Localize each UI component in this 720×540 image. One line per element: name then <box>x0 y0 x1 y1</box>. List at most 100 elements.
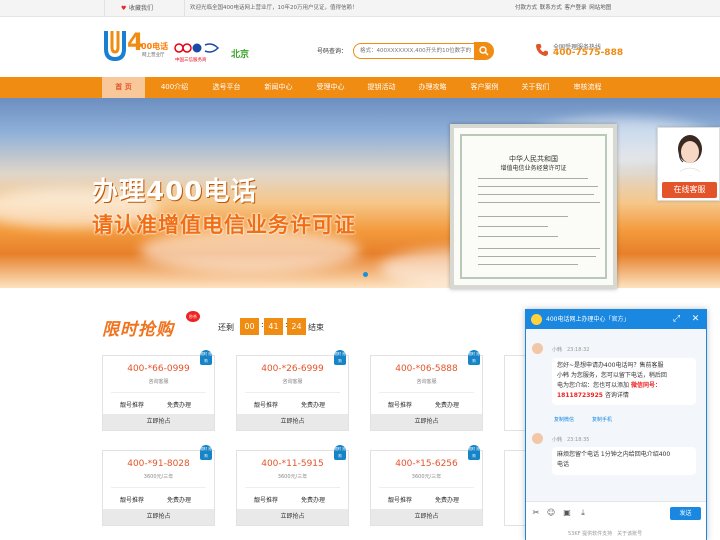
card-buy-button[interactable]: 立即抢占 <box>371 509 482 525</box>
online-service-widget[interactable]: 在线客服 <box>657 127 720 201</box>
agent-avatar-icon <box>674 135 706 176</box>
certificate-text-line <box>478 194 594 195</box>
card-recommend-link[interactable]: 靓号推荐 <box>254 400 278 409</box>
nav-item-cases[interactable]: 客户案例 <box>462 77 507 98</box>
agent-message: 您好~是想申请办400电话吗？售前客服 小韩 为您服务，您可以留下电话，稍后回 … <box>552 358 696 405</box>
flash-badge: 限时 抢购 <box>468 350 480 365</box>
card-recommend-link[interactable]: 靓号推荐 <box>388 400 412 409</box>
nav-item-activities[interactable]: 提钥活动 <box>359 77 404 98</box>
scissors-icon[interactable]: ✂ <box>531 508 541 518</box>
message-meta: 小韩 23:18:35 <box>552 437 590 443</box>
card-buy-button[interactable]: 立即抢占 <box>371 414 482 430</box>
number-card[interactable]: 限时 抢购 400-*11-5915 3600元/三年 靓号推荐 免费办理 立即… <box>236 445 349 526</box>
card-divider <box>379 487 474 488</box>
unicom-logo-icon <box>174 43 192 53</box>
top-bar: ♥ 收藏我们 欢迎光临全国400电话网上营业厅，10年20万用户见证，值得信赖！… <box>0 0 720 17</box>
nav-item-review[interactable]: 审核流程 <box>565 77 610 98</box>
card-free-link[interactable]: 免费办理 <box>301 495 325 504</box>
flash-sale-title: 限时抢购 <box>102 320 174 340</box>
card-free-link[interactable]: 免费办理 <box>167 400 191 409</box>
agent-avatar <box>532 433 543 444</box>
favorite-link[interactable]: ♥ 收藏我们 <box>104 0 185 17</box>
number-card[interactable]: 限时 抢购 400-*06-5888 咨询客服 靓号推荐 免费办理 立即抢占 <box>370 350 483 431</box>
certificate-text-line <box>478 226 548 227</box>
countdown-minutes: 41 <box>264 318 283 335</box>
online-service-button[interactable]: 在线客服 <box>662 182 717 198</box>
license-certificate-image: 中华人民共和国 增值电信业务经营许可证 <box>450 124 617 289</box>
search-icon <box>479 46 489 56</box>
card-free-link[interactable]: 免费办理 <box>435 495 459 504</box>
chat-window[interactable]: 400电话网上办理中心「官方」 ⤢ ✕ 小韩 23:18:32 您好~是想申请办… <box>525 309 707 540</box>
nav-item-400-intro[interactable]: 400介绍 <box>152 77 197 98</box>
close-icon[interactable]: ✕ <box>690 314 701 325</box>
card-free-link[interactable]: 免费办理 <box>301 400 325 409</box>
search-button[interactable] <box>474 42 494 60</box>
number-card[interactable]: 限时 抢购 400-*15-6256 3600元/三年 靓号推荐 免费办理 立即… <box>370 445 483 526</box>
number-card[interactable]: 限时 抢购 400-*66-0999 咨询客服 靓号推荐 免费办理 立即抢占 <box>102 350 215 431</box>
card-divider <box>379 392 474 393</box>
card-divider <box>245 392 340 393</box>
nav-item-guide[interactable]: 办理攻略 <box>410 77 455 98</box>
card-free-link[interactable]: 免费办理 <box>435 400 459 409</box>
card-free-link[interactable]: 免费办理 <box>167 495 191 504</box>
card-recommend-link[interactable]: 靓号推荐 <box>120 495 144 504</box>
copy-phone-link[interactable]: 复制手机 <box>592 416 612 423</box>
card-buy-button[interactable]: 立即抢占 <box>103 509 214 525</box>
message-line: 麻烦您留个电话 1分钟之内给回电介绍400 <box>557 451 671 458</box>
city-selector[interactable]: 北京 <box>231 47 249 60</box>
copy-wechat-link[interactable]: 复制微信 <box>554 416 574 423</box>
nav-item-number-select[interactable]: 选号平台 <box>204 77 249 98</box>
countdown-prefix: 还剩 <box>218 323 234 332</box>
message-line: 电为您介绍：您也可以添加 微信同号： <box>557 381 691 391</box>
card-desc: 咨询客服 <box>148 379 169 385</box>
phone-icon <box>536 44 548 56</box>
card-divider <box>245 487 340 488</box>
expand-icon[interactable]: ⤢ <box>671 314 682 325</box>
card-recommend-link[interactable]: 靓号推荐 <box>254 495 278 504</box>
flash-badge: 限时 抢购 <box>334 445 346 460</box>
wechat-highlight: 微信同号： <box>630 382 661 389</box>
agent-avatar <box>532 343 543 354</box>
card-recommend-link[interactable]: 靓号推荐 <box>120 400 144 409</box>
countdown-hours: 00 <box>240 318 259 335</box>
number-card[interactable]: 限时 抢购 400-*26-6999 咨询客服 靓号推荐 免费办理 立即抢占 <box>236 350 349 431</box>
nav-item-home[interactable]: 首 页 <box>102 77 145 98</box>
number-card[interactable]: 限时 抢购 400-*91-8028 3600元/三年 靓号推荐 免费办理 立即… <box>102 445 215 526</box>
nav-item-about[interactable]: 关于我们 <box>513 77 558 98</box>
welcome-text: 欢迎光临全国400电话网上营业厅，10年20万用户见证，值得信赖！ <box>190 5 358 11</box>
emoji-icon[interactable]: ☺ <box>546 508 556 518</box>
card-buy-button[interactable]: 立即抢占 <box>237 509 348 525</box>
logo-subtitle: 网上营业厅 <box>142 53 165 58</box>
download-icon[interactable]: ⤓ <box>578 508 588 518</box>
heart-icon: ♥ <box>121 5 127 12</box>
certificate-text-line <box>478 202 600 203</box>
hotline-number: 400-7575-888 <box>553 48 624 58</box>
top-links[interactable]: 付款方式 联系方式 客户登录 网站地图 <box>515 0 611 17</box>
carousel-dot[interactable] <box>363 272 368 277</box>
nav-item-news[interactable]: 新闻中心 <box>256 77 301 98</box>
card-divider <box>111 392 206 393</box>
certificate-text-line <box>478 248 600 249</box>
nav-item-service[interactable]: 受理中心 <box>308 77 353 98</box>
card-number: 400-*66-0999 <box>127 364 190 374</box>
logo-00[interactable]: 00电话 <box>141 43 168 51</box>
card-number: 400-*91-8028 <box>127 459 190 469</box>
card-desc: 咨询客服 <box>416 379 437 385</box>
chat-title: 400电话网上办理中心「官方」 <box>546 316 630 323</box>
folder-icon[interactable]: ▣ <box>562 508 572 518</box>
flash-sale-tag: 秒杀 <box>186 311 200 322</box>
certificate-text-line <box>478 236 558 237</box>
main-nav: 首 页 400介绍 选号平台 新闻中心 受理中心 提钥活动 办理攻略 客户案例 … <box>0 77 720 98</box>
flash-badge: 限时 抢购 <box>200 445 212 460</box>
number-search-input[interactable] <box>353 43 475 59</box>
certificate-text-line <box>478 186 598 187</box>
logo-u-icon[interactable] <box>104 27 126 61</box>
card-recommend-link[interactable]: 靓号推荐 <box>388 495 412 504</box>
card-buy-button[interactable]: 立即抢占 <box>237 414 348 430</box>
card-buy-button[interactable]: 立即抢占 <box>103 414 214 430</box>
card-desc: 3600元/三年 <box>411 474 442 480</box>
certificate-text-line <box>478 178 588 179</box>
send-button[interactable]: 发送 <box>670 507 701 520</box>
wechat-number[interactable]: 18118723925 <box>557 392 603 399</box>
flash-badge: 限时 抢购 <box>334 350 346 365</box>
